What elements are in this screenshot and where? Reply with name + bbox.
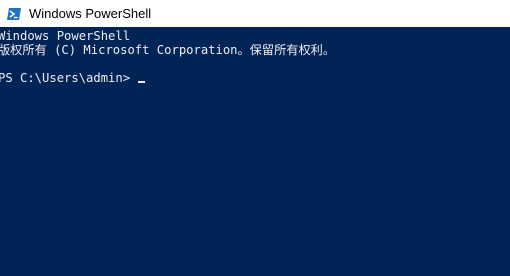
- prompt-text: PS C:\Users\admin>: [0, 71, 138, 85]
- powershell-window: Windows PowerShell Windows PowerShell 版权…: [0, 0, 510, 276]
- copyright-line: 版权所有 (C) Microsoft Corporation。保留所有权利。: [0, 43, 336, 57]
- prompt-line[interactable]: PS C:\Users\admin>: [0, 70, 146, 86]
- text-cursor: [138, 81, 146, 83]
- window-title: Windows PowerShell: [29, 6, 152, 21]
- console-area[interactable]: Windows PowerShell 版权所有 (C) Microsoft Co…: [0, 28, 510, 276]
- powershell-icon: [7, 7, 21, 20]
- title-bar[interactable]: Windows PowerShell: [0, 0, 510, 27]
